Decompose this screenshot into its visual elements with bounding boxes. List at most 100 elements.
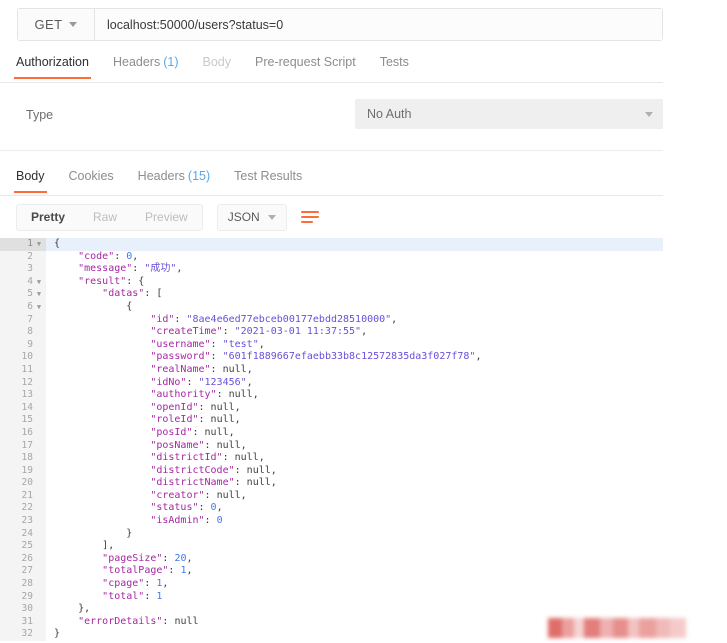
code-line-text: "posName": null, (150, 439, 247, 451)
response-view-mode-group: Pretty Raw Preview (16, 203, 203, 231)
view-mode-preview[interactable]: Preview (131, 205, 202, 230)
code-line-text: "openId": null, (150, 401, 241, 413)
watermark-block (600, 618, 613, 638)
line-number: 15 (0, 414, 46, 427)
line-number: 32 (0, 628, 46, 641)
chevron-down-icon (645, 111, 653, 117)
tab-pre-request-script-label: Pre-request Script (255, 55, 356, 69)
fold-arrow-icon[interactable]: ▼ (36, 240, 42, 248)
line-number: 2 (0, 250, 46, 264)
tab-headers-label: Headers (112, 55, 161, 69)
view-mode-pretty[interactable]: Pretty (17, 205, 79, 230)
line-number: 25 (0, 540, 46, 553)
tab-headers-count: (1) (163, 55, 179, 69)
auth-type-select[interactable]: No Auth (355, 99, 663, 129)
response-format-select[interactable]: JSON (216, 203, 287, 231)
request-url-bar: GET localhost:50000/users?status=0 (17, 8, 663, 41)
watermark-block (613, 618, 628, 638)
line-number: 16 (0, 426, 46, 440)
line-number: 27 (0, 565, 46, 579)
code-line: 19 "districtCode": null, (0, 464, 663, 478)
watermark-block (562, 618, 574, 638)
tab-body[interactable]: Body (203, 53, 232, 78)
code-line-text: } (126, 527, 133, 539)
line-number: 14 (0, 401, 46, 415)
code-line: 4 ▼ "result": { (0, 275, 663, 289)
line-number: 17 (0, 439, 46, 453)
line-number: 30 (0, 603, 46, 616)
code-line: 2 "code": 0, (0, 250, 663, 264)
code-line-text: "districtCode": null, (150, 464, 277, 476)
code-line: 23 "isAdmin": 0 (0, 515, 663, 528)
code-line-text: "code": 0, (78, 250, 139, 262)
code-line: 10 "password": "601f1889667efaebb33b8c12… (0, 351, 663, 364)
code-line: 22 "status": 0, (0, 502, 663, 516)
code-line: 13 "authority": null, (0, 389, 663, 402)
fold-arrow-icon[interactable]: ▼ (36, 278, 42, 286)
line-number: 7 (0, 313, 46, 327)
tab-response-headers[interactable]: Headers (15) (138, 167, 210, 192)
code-line-text: }, (78, 603, 91, 615)
code-line: 1 ▼ { (0, 238, 663, 251)
code-line-text: "totalPage": 1, (102, 565, 193, 577)
code-line-text: "realName": null, (150, 363, 253, 375)
code-line: 21 "creator": null, (0, 489, 663, 503)
fold-arrow-icon[interactable]: ▼ (36, 303, 42, 311)
tab-pre-request-script[interactable]: Pre-request Script (255, 53, 356, 78)
code-line: 18 "districtId": null, (0, 452, 663, 465)
tab-response-cookies[interactable]: Cookies (69, 167, 114, 192)
line-number: 11 (0, 363, 46, 377)
code-line: 7 "id": "8ae4e6ed77ebceb00177ebdd2851000… (0, 313, 663, 327)
http-method-select[interactable]: GET (18, 9, 95, 40)
view-mode-preview-label: Preview (145, 210, 188, 224)
tab-authorization-label: Authorization (16, 55, 89, 69)
code-line-text: "id": "8ae4e6ed77ebceb00177ebdd28510000"… (150, 313, 398, 325)
code-line: 28 "cpage": 1, (0, 578, 663, 591)
line-number: 3 (0, 263, 46, 276)
code-line-text: "isAdmin": 0 (150, 515, 223, 527)
code-line-text: "authority": null, (150, 389, 259, 401)
view-mode-raw[interactable]: Raw (79, 205, 131, 230)
tab-headers[interactable]: Headers (1) (113, 53, 179, 78)
code-line-text: "idNo": "123456", (150, 376, 253, 388)
wrap-line-2 (300, 216, 319, 218)
response-body-editor[interactable]: 1 ▼{2 "code": 0, 3 "message": "成功", 4 ▼ "res… (0, 238, 663, 643)
code-line: 15 "roleId": null, (0, 414, 663, 427)
wrap-line-3 (300, 221, 313, 223)
code-line-text: "cpage": 1, (102, 578, 169, 590)
tab-response-body-label: Body (16, 169, 45, 183)
line-number: 26 (0, 552, 46, 566)
code-line: 14 "openId": null, (0, 401, 663, 415)
line-number: 22 (0, 502, 46, 516)
code-line: 3 "message": "成功", (0, 263, 663, 276)
line-number: 8 (0, 326, 46, 339)
code-line: 12 "idNo": "123456", (0, 376, 663, 390)
watermark-block (628, 618, 639, 638)
tab-test-results[interactable]: Test Results (234, 167, 302, 192)
code-line-text: "pageSize": 20, (102, 552, 193, 564)
code-line: 9 "username": "test", (0, 338, 663, 352)
code-line-text: "total": 1 (102, 590, 163, 602)
chevron-down-icon (267, 214, 276, 220)
line-number: 10 (0, 351, 46, 364)
view-mode-raw-label: Raw (93, 210, 118, 224)
code-line-text: "roleId": null, (150, 414, 241, 426)
code-line-text: "username": "test", (150, 338, 265, 350)
tab-authorization[interactable]: Authorization (14, 53, 91, 79)
text-wrap-icon[interactable] (300, 206, 323, 228)
code-line-text: "districtId": null, (150, 452, 265, 464)
fold-arrow-icon[interactable]: ▼ (36, 291, 42, 298)
request-url-input[interactable]: localhost:50000/users?status=0 (95, 9, 662, 40)
line-number: 24 (0, 527, 46, 541)
auth-type-value: No Auth (367, 107, 412, 121)
tab-tests[interactable]: Tests (380, 53, 409, 78)
code-line: 11 "realName": null, (0, 363, 663, 377)
code-line-text: { (54, 238, 61, 249)
watermark-block (548, 618, 562, 638)
line-number: 13 (0, 389, 46, 402)
line-number: 12 (0, 376, 46, 390)
tab-response-body[interactable]: Body (14, 167, 46, 193)
line-number: 23 (0, 515, 46, 528)
code-line: 5 ▼ "datas": [ (0, 288, 663, 301)
code-line: 29 "total": 1 (0, 590, 663, 604)
